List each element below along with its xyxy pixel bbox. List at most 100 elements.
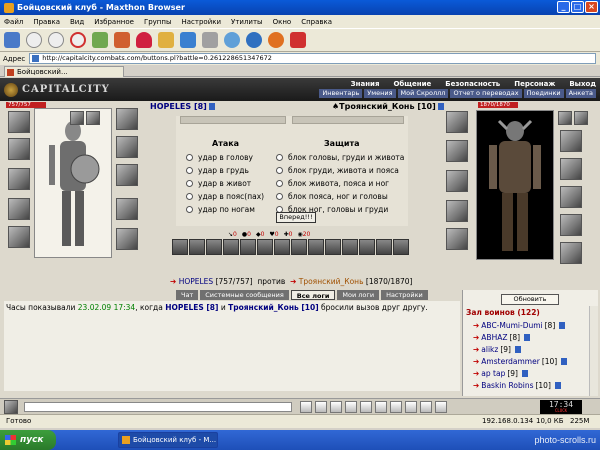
tab-system-messages[interactable]: Системные сообщения: [200, 290, 289, 300]
tab-chat[interactable]: Чат: [176, 290, 199, 300]
enemy-gloves-slot[interactable]: [560, 158, 582, 180]
ring-slot-2[interactable]: [86, 111, 100, 125]
stop-icon[interactable]: [70, 32, 86, 48]
versus-enemy[interactable]: Троянский_Конь: [299, 277, 364, 286]
versus-player[interactable]: HOPELES: [179, 277, 213, 286]
strike-icon[interactable]: [359, 239, 375, 255]
block-waist-option[interactable]: блок пояса, ног и головы: [276, 192, 388, 201]
helmet-slot[interactable]: [8, 111, 30, 133]
menu-view[interactable]: Вид: [70, 18, 84, 26]
groups-icon[interactable]: [158, 32, 174, 48]
tab-combats[interactable]: Бойцовский...: [4, 66, 124, 77]
chat-send-icon[interactable]: [4, 400, 18, 414]
strike-icon[interactable]: [223, 239, 239, 255]
subnav-profile[interactable]: Анкета: [565, 89, 596, 98]
list-item[interactable]: ➔ ABC-Mumi-Dumi [8]: [473, 321, 566, 330]
attack-belly-option[interactable]: удар в живот: [186, 179, 251, 188]
enemy-boots-slot[interactable]: [560, 242, 582, 264]
refresh-icon[interactable]: [92, 32, 108, 48]
strike-icon[interactable]: [206, 239, 222, 255]
strike-icon[interactable]: [376, 239, 392, 255]
menu-groups[interactable]: Группы: [144, 18, 172, 26]
strike-icon[interactable]: [342, 239, 358, 255]
strike-icon[interactable]: [189, 239, 205, 255]
leggings-slot[interactable]: [116, 198, 138, 220]
close-button[interactable]: ×: [585, 1, 598, 13]
map-icon[interactable]: [405, 401, 417, 413]
filter-icon[interactable]: [330, 401, 342, 413]
bracers-slot[interactable]: [8, 138, 30, 160]
speaker-icon[interactable]: [360, 401, 372, 413]
subnav-inventory[interactable]: Инвентарь: [319, 89, 363, 98]
menu-help[interactable]: Справка: [301, 18, 332, 26]
scroll-icon[interactable]: [375, 401, 387, 413]
refresh-button[interactable]: Обновить: [501, 294, 559, 305]
armor-slot[interactable]: [8, 198, 30, 220]
chat-player-link[interactable]: HOPELES [8]: [165, 303, 218, 312]
shield-slot[interactable]: [116, 164, 138, 186]
list-item[interactable]: ➔ Baskin Robins [10]: [473, 381, 561, 390]
enemy-ring-slot-2[interactable]: [574, 111, 588, 125]
tools-icon[interactable]: [202, 32, 218, 48]
list-item[interactable]: ➔ ABHAZ [8]: [473, 333, 531, 342]
player-avatar[interactable]: [34, 108, 112, 258]
belt-slot[interactable]: [8, 226, 30, 248]
menu-edit[interactable]: Правка: [33, 18, 60, 26]
enemy-amulet-slot[interactable]: [560, 130, 582, 152]
enemy-avatar[interactable]: [476, 110, 554, 260]
menu-favorites[interactable]: Избранное: [94, 18, 134, 26]
enemy-armor-slot[interactable]: [446, 200, 468, 222]
pause-icon[interactable]: [390, 401, 402, 413]
attack-go-button[interactable]: Вперед!!!: [276, 212, 316, 223]
strike-icon[interactable]: [240, 239, 256, 255]
attack-head-option[interactable]: удар в голову: [186, 153, 253, 162]
subnav-fights[interactable]: Поединки: [523, 89, 564, 98]
clear-icon[interactable]: [315, 401, 327, 413]
nav-exit[interactable]: Выход: [569, 80, 596, 88]
info-icon[interactable]: [208, 103, 215, 110]
back-icon[interactable]: [26, 32, 42, 48]
list-item[interactable]: ➔ ap tap [9]: [473, 369, 528, 378]
tab-all-logs[interactable]: Все логи: [290, 290, 336, 300]
strike-icon[interactable]: [308, 239, 324, 255]
subnav-scroll[interactable]: Мой Скроллл: [397, 89, 449, 98]
block-head-option[interactable]: блок головы, груди и живота: [276, 153, 404, 162]
menu-utilities[interactable]: Утилиты: [231, 18, 263, 26]
list-item[interactable]: ➔ alikz [9]: [473, 345, 521, 354]
strike-icon[interactable]: [257, 239, 273, 255]
amulet-slot[interactable]: [116, 108, 138, 130]
help-icon[interactable]: [435, 401, 447, 413]
enemy-bracers-slot[interactable]: [446, 140, 468, 162]
chat-input[interactable]: [24, 402, 292, 412]
menu-settings[interactable]: Настройки: [182, 18, 222, 26]
attack-legs-option[interactable]: удар по ногам: [186, 205, 255, 214]
list-item[interactable]: ➔ Amsterdammer [10]: [473, 357, 568, 366]
taskbar-item-browser[interactable]: Бойцовский клуб - М...: [118, 432, 218, 448]
attack-groin-option[interactable]: удар в пояс(пах): [186, 192, 264, 201]
smile-icon[interactable]: [300, 401, 312, 413]
nav-security[interactable]: Безопасность: [445, 80, 500, 88]
block-belly-option[interactable]: блок живота, пояса и ног: [276, 179, 389, 188]
player-name[interactable]: HOPELES [8]: [150, 102, 215, 111]
options-icon[interactable]: [420, 401, 432, 413]
tab-my-logs[interactable]: Мои логи: [337, 290, 380, 300]
firefox-icon[interactable]: [268, 32, 284, 48]
favorites-icon[interactable]: [136, 32, 152, 48]
enemy-weapon-slot[interactable]: [446, 170, 468, 192]
enemy-belt-slot[interactable]: [446, 228, 468, 250]
strike-icon[interactable]: [291, 239, 307, 255]
strike-icon[interactable]: [325, 239, 341, 255]
subnav-transfers[interactable]: Отчет о переводах: [450, 89, 522, 98]
close-tab-icon[interactable]: [290, 32, 306, 48]
search-icon[interactable]: [224, 32, 240, 48]
hall-scrollbar[interactable]: [589, 306, 598, 396]
gloves-slot[interactable]: [116, 136, 138, 158]
forward-icon[interactable]: [48, 32, 64, 48]
new-tab-icon[interactable]: [4, 32, 20, 48]
info-icon[interactable]: [437, 103, 444, 110]
mail-icon[interactable]: [180, 32, 196, 48]
chat-enemy-link[interactable]: Троянский_Конь [10]: [228, 303, 319, 312]
enemy-ring-slot-1[interactable]: [558, 111, 572, 125]
start-button[interactable]: пуск: [0, 430, 56, 450]
attack-chest-option[interactable]: удар в грудь: [186, 166, 249, 175]
